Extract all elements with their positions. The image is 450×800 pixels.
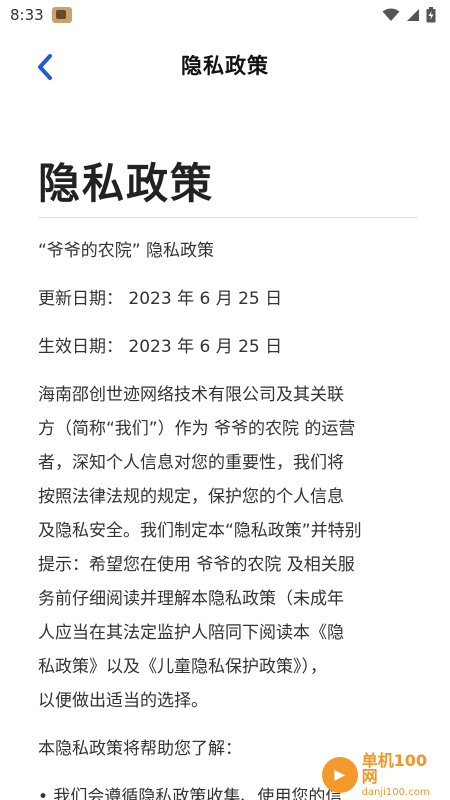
intro-line: 及隐私安全。我们制定本“隐私政策”并特别 [38,521,362,541]
back-button[interactable] [28,50,62,84]
intro-paragraph: 海南邵创世迹网络技术有限公司及其关联 方（简称“我们”）作为 爷爷的农院 的运营… [38,378,418,718]
intro-line: 务前仔细阅读并理解本隐私政策（未成年 [38,589,344,609]
watermark: ▶ 单机100网 danji100.com [322,750,442,798]
status-bar: 8:33 [0,0,450,30]
intro-line: 以便做出适当的选择。 [38,691,208,711]
battery-icon [426,7,436,23]
signal-icon [407,9,419,21]
watermark-logo-icon: ▶ [322,757,358,793]
updated-date: 更新日期： 2023 年 6 月 25 日 [38,289,283,309]
status-left: 8:33 [10,6,72,24]
intro-line: 海南邵创世迹网络技术有限公司及其关联 [38,385,344,405]
intro-line: 者，深知个人信息对您的重要性，我们将 [38,453,344,473]
effective-date: 生效日期： 2023 年 6 月 25 日 [38,337,283,357]
intro-line: 提示：希望您在使用 爷爷的农院 及相关服 [38,555,355,575]
page-title: 隐私政策 [181,54,269,78]
watermark-text-en: danji100.com [361,786,430,798]
intro-line: 方（简称“我们”）作为 爷爷的农院 的运营 [38,419,356,439]
chevron-left-icon [38,54,52,80]
intro-line: 人应当在其法定监护人陪同下阅读本《隐 [38,623,344,643]
app-header: 隐私政策 [0,30,450,100]
status-right [382,7,436,23]
wifi-icon [382,8,400,21]
watermark-text-cn: 单机100网 [361,750,427,786]
intro-line: 按照法律法规的规定，保护您的个人信息 [38,487,344,507]
policy-content[interactable]: 隐私政策 “爷爷的农院” 隐私政策 更新日期： 2023 年 6 月 25 日 … [38,150,418,800]
document-subtitle: “爷爷的农院” 隐私政策 [38,241,215,261]
document-title: 隐私政策 [38,150,418,218]
app-notification-icon [51,7,72,23]
watermark-text: 单机100网 danji100.com [361,750,442,798]
intro-line: 私政策》以及《儿童隐私保护政策》）， [38,657,327,677]
status-time: 8:33 [10,6,44,24]
